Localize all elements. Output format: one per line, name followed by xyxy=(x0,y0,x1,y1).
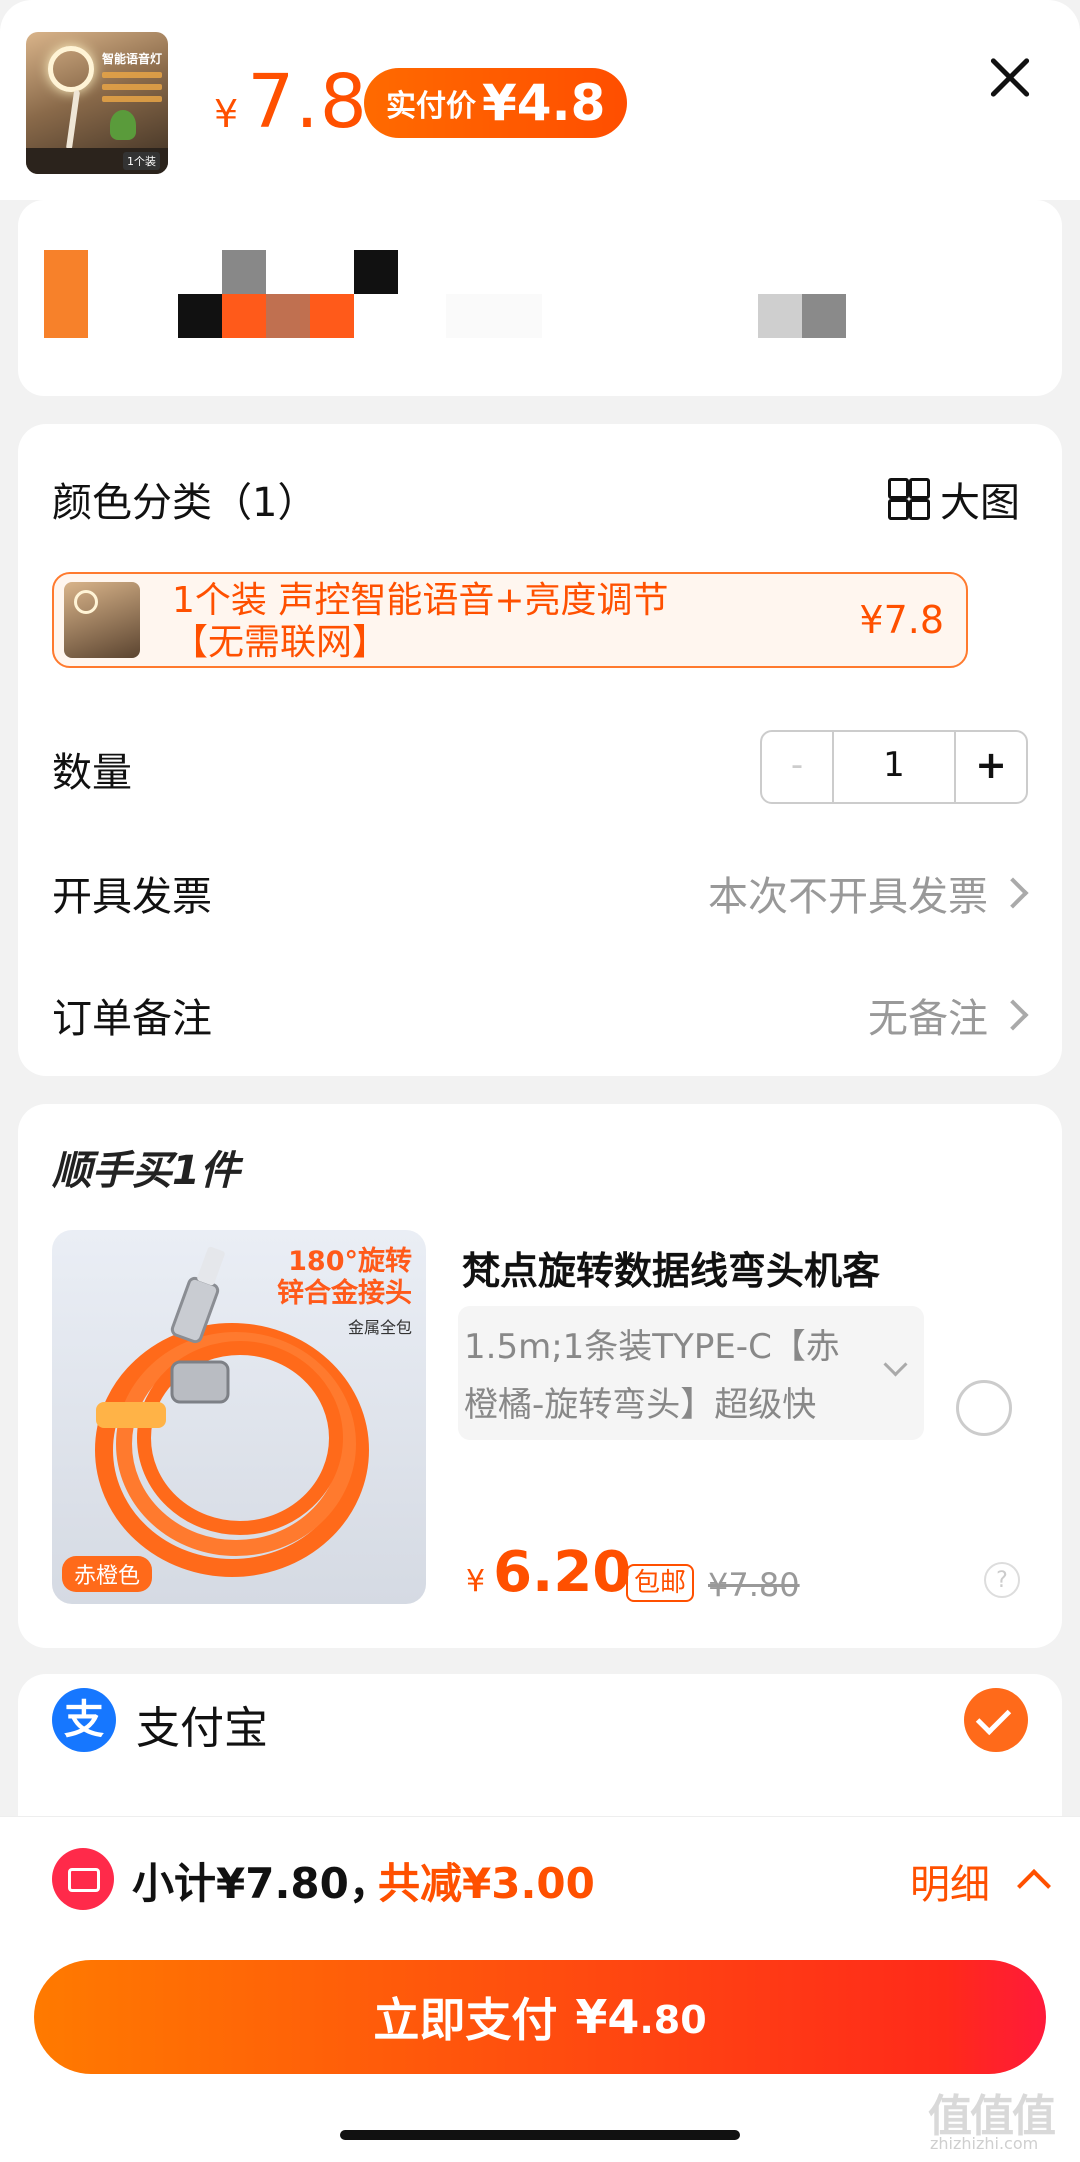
home-indicator[interactable] xyxy=(340,2130,740,2140)
addon-product-image[interactable]: 180°旋转 锌合金接头 金属全包 赤橙色 xyxy=(52,1230,426,1604)
watermark-url: zhizhizhi.com xyxy=(930,2134,1039,2153)
quantity-stepper: - 1 + xyxy=(760,730,1028,804)
invoice-value[interactable]: 本次不开具发票 xyxy=(600,864,988,922)
product-price-value: 7.8 xyxy=(247,59,368,145)
invoice-label: 开具发票 xyxy=(52,874,212,920)
actual-pay-label: 实付价 xyxy=(386,89,476,124)
chevron-down-icon xyxy=(883,1352,908,1377)
lamp-icon xyxy=(74,590,98,614)
big-image-button[interactable]: 大图 xyxy=(940,470,1020,528)
product-thumbnail[interactable]: 智能语音灯 1个装 xyxy=(26,32,168,174)
currency-symbol: ¥ xyxy=(214,92,240,136)
sku-option-selected[interactable]: 1个装 声控智能语音+亮度调节【无需联网】 ¥7.8 xyxy=(52,572,968,668)
thumbnail-count: 1个装 xyxy=(123,152,160,170)
sku-thumbnail xyxy=(64,582,140,658)
pay-now-amount: ¥4.80 xyxy=(575,1990,707,2044)
lamp-icon xyxy=(48,46,94,92)
addon-original-price: ¥7.80 xyxy=(708,1566,800,1604)
free-shipping-badge: 包邮 xyxy=(626,1564,695,1602)
addon-select-radio[interactable] xyxy=(956,1380,1012,1436)
quantity-label: 数量 xyxy=(52,750,132,796)
subtotal-text: 小计¥7.80， xyxy=(132,1859,391,1908)
product-header: 智能语音灯 1个装 ¥7.8 实付价 ¥4.8 xyxy=(0,0,1080,200)
thumbnail-tag: 智能语音灯 xyxy=(101,52,162,66)
quantity-input[interactable]: 1 xyxy=(834,732,956,802)
quantity-decrease-button[interactable]: - xyxy=(762,732,834,802)
discount-text: 共减¥3.00 xyxy=(378,1859,595,1908)
addon-spec-select[interactable]: 1.5m;1条装TYPE-C【赤橙橘-旋转弯头】超级快 xyxy=(458,1306,924,1440)
close-icon[interactable] xyxy=(988,56,1032,100)
addon-price-value: 6.20 xyxy=(493,1540,632,1605)
coupon-icon xyxy=(52,1848,114,1910)
address-card[interactable] xyxy=(18,200,1062,396)
addon-price: ¥6.20 xyxy=(466,1540,632,1605)
color-category-label: 颜色分类（1） xyxy=(52,480,318,526)
detail-button[interactable]: 明细 xyxy=(910,1852,990,1910)
addon-image-subtext: 金属全包 xyxy=(347,1318,412,1337)
product-price: ¥7.8 xyxy=(214,62,368,154)
pay-now-button[interactable]: 立即支付 ¥4.80 xyxy=(34,1960,1046,2074)
help-icon[interactable]: ? xyxy=(984,1562,1020,1598)
checkmark-icon[interactable] xyxy=(964,1688,1028,1752)
sku-option-label: 1个装 声控智能语音+亮度调节【无需联网】 xyxy=(172,580,669,663)
addon-color-badge: 赤橙色 xyxy=(62,1556,153,1592)
pay-now-label: 立即支付 xyxy=(373,1993,558,2047)
addon-title: 顺手买1件 xyxy=(52,1148,240,1194)
addon-spec-text: 1.5m;1条装TYPE-C【赤橙橘-旋转弯头】超级快 xyxy=(464,1327,840,1425)
grid-view-icon[interactable] xyxy=(888,478,930,520)
payment-method-label: 支付宝 xyxy=(136,1703,268,1754)
addon-product-name[interactable]: 梵点旋转数据线弯头机客 xyxy=(462,1240,880,1295)
actual-pay-amount: ¥4.8 xyxy=(482,74,606,132)
actual-pay-badge: 实付价 ¥4.8 xyxy=(364,68,628,138)
addon-image-headline: 180°旋转 锌合金接头 xyxy=(277,1246,412,1309)
sku-option-price: ¥7.8 xyxy=(859,598,944,642)
order-note-label: 订单备注 xyxy=(52,996,212,1042)
quantity-increase-button[interactable]: + xyxy=(956,732,1026,802)
order-note-value[interactable]: 无备注 xyxy=(700,986,988,1044)
address-location-icon xyxy=(44,250,88,338)
alipay-icon: 支 xyxy=(52,1688,116,1752)
